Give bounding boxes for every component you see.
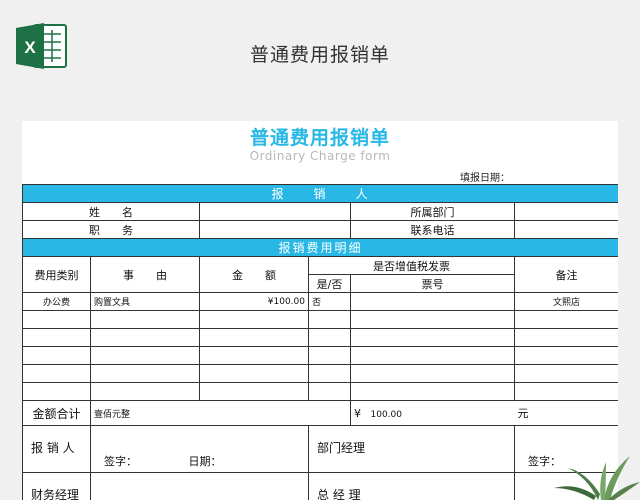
table-row [22,328,618,347]
empty-cell[interactable] [350,328,515,347]
detail-section-band: 报销费用明细 [22,238,618,257]
table-row [22,310,618,329]
col-header-remark: 备注 [513,256,618,293]
row-amount-cell[interactable]: ¥100.00 [199,292,309,311]
empty-cell[interactable] [199,346,309,365]
col-header-yesno: 是/否 [308,274,351,293]
empty-cell[interactable] [90,310,200,329]
dept-manager-sign-label: 部门经理 [308,425,515,473]
general-manager-sign-label: 总 经 理 [308,472,515,500]
empty-cell[interactable] [199,328,309,347]
form-subtitle: Ordinary Charge form [249,149,391,163]
total-row: 金额合计 壹佰元整 ¥ 100.00 元 [22,400,618,426]
empty-cell[interactable] [513,364,618,383]
empty-cell[interactable] [350,382,515,401]
empty-cell[interactable] [350,364,515,383]
empty-cell[interactable] [90,346,200,365]
empty-cell[interactable] [199,382,309,401]
detail-section-heading: 报销费用明细 [22,238,618,257]
row-invoice-cell[interactable] [350,292,515,311]
row-remark-cell[interactable]: 文熙店 [513,292,618,311]
spreadsheet-sheet[interactable]: 普通费用报销单 Ordinary Charge form 填报日期： 报 销 人… [22,121,618,500]
total-amount-cell[interactable]: ¥ 100.00 元 [349,400,618,426]
plant-icon [554,456,640,500]
phone-label: 联系电话 [350,220,515,239]
name-label: 姓 名 [22,202,200,221]
row-vat-cell[interactable]: 否 [308,292,351,311]
sign-label: 签字： [104,455,137,468]
row-reason-cell[interactable]: 购置文具 [90,292,200,311]
date-label: 日期： [188,455,222,468]
position-row: 职 务 联系电话 [22,220,618,239]
app-header: X 普通费用报销单 [0,0,640,102]
fill-date-label: 填报日期： [460,173,510,184]
empty-cell[interactable] [90,328,200,347]
empty-cell[interactable] [308,328,351,347]
empty-cell[interactable] [513,346,618,365]
name-value-cell[interactable] [199,202,351,221]
empty-cell[interactable] [90,382,200,401]
empty-cell[interactable] [199,364,309,383]
position-value-cell[interactable] [199,220,351,239]
detail-header-row-1: 费用类别 事 由 金 额 是否增值税发票 备注 [22,256,618,293]
page-title: 普通费用报销单 [249,44,390,66]
col-header-reason: 事 由 [90,256,200,293]
row-type-cell[interactable]: 办公费 [22,292,91,311]
empty-cell[interactable] [22,346,91,365]
position-label: 职 务 [22,220,200,239]
empty-cell[interactable] [90,364,200,383]
signature-row-1: 报 销 人 签字： 日期： 部门经理 签字： 日期： [22,425,618,473]
total-currency: ¥ [354,407,361,420]
empty-cell[interactable] [350,310,515,329]
table-row [22,382,618,401]
col-header-vat: 是否增值税发票 [308,256,515,275]
reporter-section-band: 报 销 人 [22,184,618,203]
empty-cell[interactable] [350,346,515,365]
empty-cell[interactable] [513,382,618,401]
phone-value-cell[interactable] [513,220,618,239]
expense-form-table: 报 销 人 姓 名 所属部门 职 务 联系电话 报销费用明细 费用类别 事 由 … [22,184,618,500]
signature-row-2: 财务经理 签字： 日期： 总 经 理 签字： 日期： [22,472,618,500]
reporter-section-heading: 报 销 人 [22,184,618,203]
dept-label: 所属部门 [350,202,515,221]
empty-cell[interactable] [308,346,351,365]
empty-cell[interactable] [22,382,91,401]
dept-value-cell[interactable] [513,202,618,221]
table-row [22,346,618,365]
empty-cell[interactable] [22,328,91,347]
empty-cell[interactable] [513,310,618,329]
finance-manager-sign-cell[interactable]: 签字： 日期： [90,472,309,500]
finance-manager-sign-label: 财务经理 [22,472,91,500]
total-label: 金额合计 [22,400,91,426]
empty-cell[interactable] [199,310,309,329]
table-row: 办公费 购置文具 ¥100.00 否 文熙店 [22,292,618,311]
col-header-type: 费用类别 [22,256,91,293]
total-amount: 100.00 [370,410,403,420]
empty-cell[interactable] [308,364,351,383]
name-row: 姓 名 所属部门 [22,202,618,221]
empty-cell[interactable] [22,310,91,329]
form-title: 普通费用报销单 [249,127,390,149]
col-header-invoice-no: 票号 [350,274,515,293]
empty-cell[interactable] [308,382,351,401]
total-in-words[interactable]: 壹佰元整 [90,400,351,426]
empty-cell[interactable] [308,310,351,329]
table-row [22,364,618,383]
total-unit: 元 [517,407,529,420]
empty-cell[interactable] [513,328,618,347]
reporter-sign-cell[interactable]: 签字： 日期： [90,425,309,473]
reporter-sign-label: 报 销 人 [22,425,91,473]
empty-cell[interactable] [22,364,91,383]
col-header-amount: 金 额 [199,256,309,293]
